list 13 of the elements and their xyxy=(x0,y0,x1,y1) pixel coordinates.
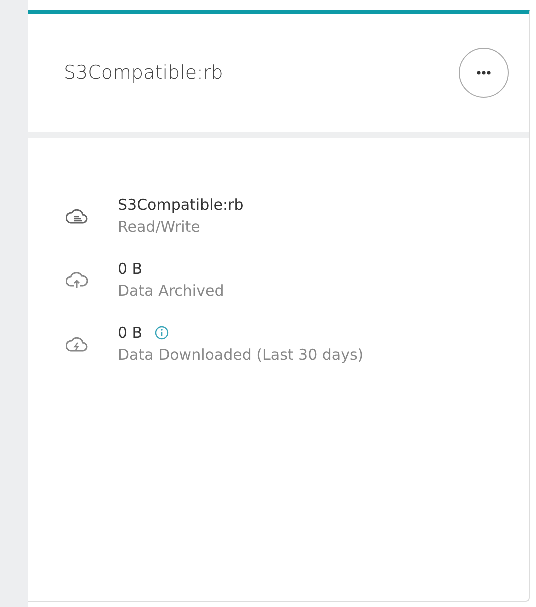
cloud-icon xyxy=(66,208,88,224)
item-label: Read/Write xyxy=(118,218,202,236)
cloud-bolt-icon xyxy=(66,336,88,352)
item-value: S3Compatible:rb xyxy=(118,196,244,214)
item-value: 0 B xyxy=(118,324,143,342)
info-icon[interactable] xyxy=(154,326,169,340)
item-label: Data Downloaded (Last 30 days) xyxy=(118,346,364,364)
ellipsis-icon xyxy=(477,71,491,75)
card-title: S3Compatible:rb xyxy=(64,62,224,84)
item-label: Data Archived xyxy=(118,282,224,300)
item-value: 0 B xyxy=(118,260,143,278)
cloud-upload-icon xyxy=(66,272,88,288)
more-button[interactable] xyxy=(459,48,509,98)
